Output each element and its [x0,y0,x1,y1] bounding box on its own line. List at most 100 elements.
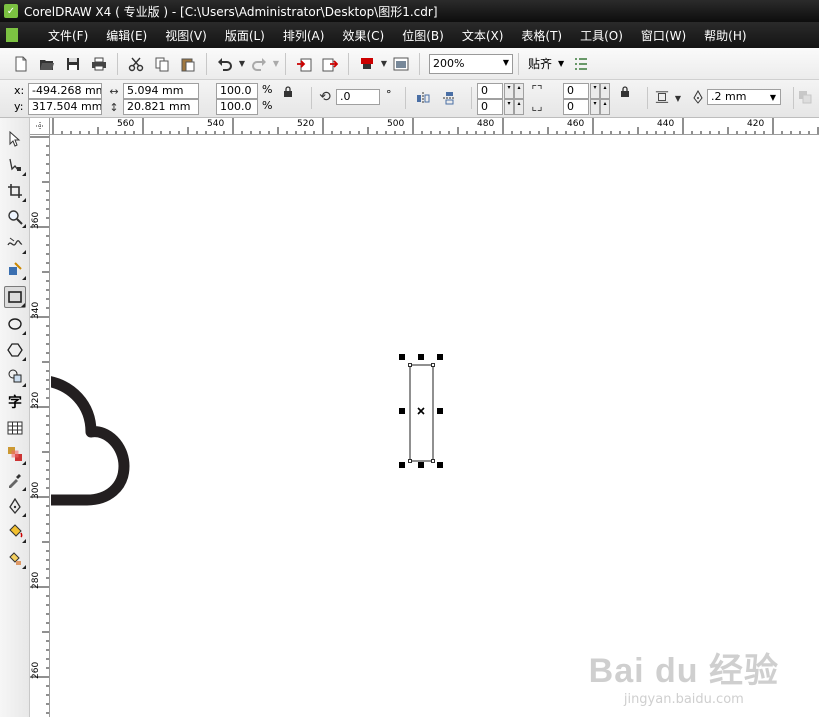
lock-ratio-icon[interactable] [281,84,295,98]
x-position-input[interactable]: -494.268 mm [28,83,102,99]
paste-button[interactable] [177,53,199,75]
rectangle-tool[interactable] [4,286,26,308]
hruler-label: 440 [657,119,675,129]
eyedropper-icon [9,474,21,488]
pick-tool[interactable] [4,128,26,150]
corner-tr-spinner[interactable]: ▾ [590,83,600,99]
lock-corners-icon[interactable] [618,84,632,98]
menu-text[interactable]: 文本(X) [453,27,513,44]
launcher-dropdown[interactable]: ▼ [380,53,388,75]
selection-handle-middle-right[interactable] [437,408,443,414]
corner-roundness-bottom-left[interactable]: 0 [477,99,503,115]
menu-tools[interactable]: 工具(O) [571,27,632,44]
menu-edit[interactable]: 编辑(E) [97,27,156,44]
menu-file[interactable]: 文件(F) [36,27,97,44]
import-button[interactable] [293,53,315,75]
mirror-vertical-icon[interactable] [442,91,456,105]
zoom-level-combo[interactable]: 200% ▼ [429,53,513,74]
menu-help[interactable]: 帮助(H) [695,27,755,44]
copy-button[interactable] [151,53,173,75]
selection-handle-top-center[interactable] [418,354,424,360]
document-icon[interactable] [6,28,18,42]
scale-x-input[interactable]: 100.0 [216,83,258,99]
cut-button[interactable] [125,53,147,75]
undo-dropdown[interactable]: ▼ [238,53,246,75]
ellipse-tool[interactable] [4,313,26,335]
undo-button[interactable] [214,53,236,75]
menu-table[interactable]: 表格(T) [512,27,571,44]
basic-shapes-tool[interactable] [4,365,26,387]
to-back-icon[interactable] [798,90,812,104]
drawing-canvas[interactable]: Bai du 经验 jingyan.baidu.com [51,136,819,717]
application-launcher-button[interactable] [356,53,378,75]
object-width-input[interactable]: 5.094 mm [123,83,199,99]
outline-tool[interactable] [4,495,26,517]
corner-bl-spinner[interactable]: ▾ [504,99,514,115]
welcome-screen-button[interactable] [390,53,412,75]
selection-handle-bottom-center[interactable] [418,462,424,468]
menu-bitmaps[interactable]: 位图(B) [393,27,453,44]
text-tool[interactable]: 字 [4,391,26,413]
rectangle-node[interactable] [408,459,412,463]
redo-button[interactable] [248,53,270,75]
corner-bl-spinner-up[interactable]: ▴ [514,99,524,115]
smart-fill-tool[interactable] [4,258,26,280]
rotation-angle-input[interactable]: .0 [336,89,380,105]
table-tool[interactable] [4,417,26,439]
rectangle-node[interactable] [431,459,435,463]
print-button[interactable] [88,53,110,75]
standard-toolbar: ▼ ▼ ▼ 200% ▼ 贴齐 ▼ [0,48,819,80]
save-button[interactable] [62,53,84,75]
export-button[interactable] [319,53,341,75]
corner-tl-spinner[interactable]: ▾ [504,83,514,99]
corner-tr-spinner-up[interactable]: ▴ [600,83,610,99]
corner-br-spinner[interactable]: ▾ [590,99,600,115]
selection-handle-top-left[interactable] [399,354,405,360]
cloud-shape[interactable] [51,376,130,506]
shape-tool[interactable] [4,154,26,176]
menu-arrange[interactable]: 排列(A) [274,27,334,44]
menu-window[interactable]: 窗口(W) [632,27,695,44]
corner-br-spinner-up[interactable]: ▴ [600,99,610,115]
selected-rectangle[interactable] [409,364,434,462]
menu-layout[interactable]: 版面(L) [216,27,274,44]
fill-tool[interactable] [4,521,26,543]
selection-handle-top-right[interactable] [437,354,443,360]
outline-width-combo[interactable]: .2 mm ▼ [707,89,781,105]
menu-view[interactable]: 视图(V) [156,27,216,44]
ruler-origin-corner[interactable] [30,118,50,135]
hruler-label: 420 [747,119,765,129]
selection-handle-middle-left[interactable] [399,408,405,414]
corner-roundness-bottom-right[interactable]: 0 [563,99,589,115]
selection-handle-bottom-left[interactable] [399,462,405,468]
polygon-tool[interactable] [4,339,26,361]
freehand-tool[interactable] [4,232,26,254]
horizontal-ruler[interactable]: 560 540 520 500 480 460 440 420 [50,118,819,135]
selection-handle-bottom-right[interactable] [437,462,443,468]
wrap-text-dropdown[interactable]: ▼ [674,87,682,109]
vertical-ruler[interactable]: 360 340 320 300 280 260 [30,135,50,717]
scale-y-input[interactable]: 100.0 [216,99,258,115]
eyedropper-tool[interactable] [4,469,26,491]
wrap-text-icon[interactable] [655,90,669,104]
y-position-input[interactable]: 317.504 mm [28,99,102,115]
corner-roundness-top-left[interactable]: 0 [477,83,503,99]
selection-center-mark[interactable] [417,407,425,415]
interactive-blend-tool[interactable] [4,443,26,465]
open-button[interactable] [36,53,58,75]
object-height-input[interactable]: 20.821 mm [123,99,199,115]
coreldraw-app-icon[interactable]: ✓ [4,4,18,18]
crop-tool[interactable] [4,180,26,202]
rectangle-node[interactable] [408,363,412,367]
new-document-button[interactable] [10,53,32,75]
corner-roundness-top-right[interactable]: 0 [563,83,589,99]
options-button[interactable] [570,53,592,75]
snap-to-button[interactable]: 贴齐 ▼ [524,55,568,72]
corner-tl-spinner-up[interactable]: ▴ [514,83,524,99]
menu-effects[interactable]: 效果(C) [333,27,393,44]
interactive-fill-tool[interactable] [4,547,26,569]
redo-dropdown[interactable]: ▼ [272,53,280,75]
mirror-horizontal-icon[interactable] [416,91,430,105]
zoom-tool[interactable] [4,206,26,228]
rectangle-node[interactable] [431,363,435,367]
